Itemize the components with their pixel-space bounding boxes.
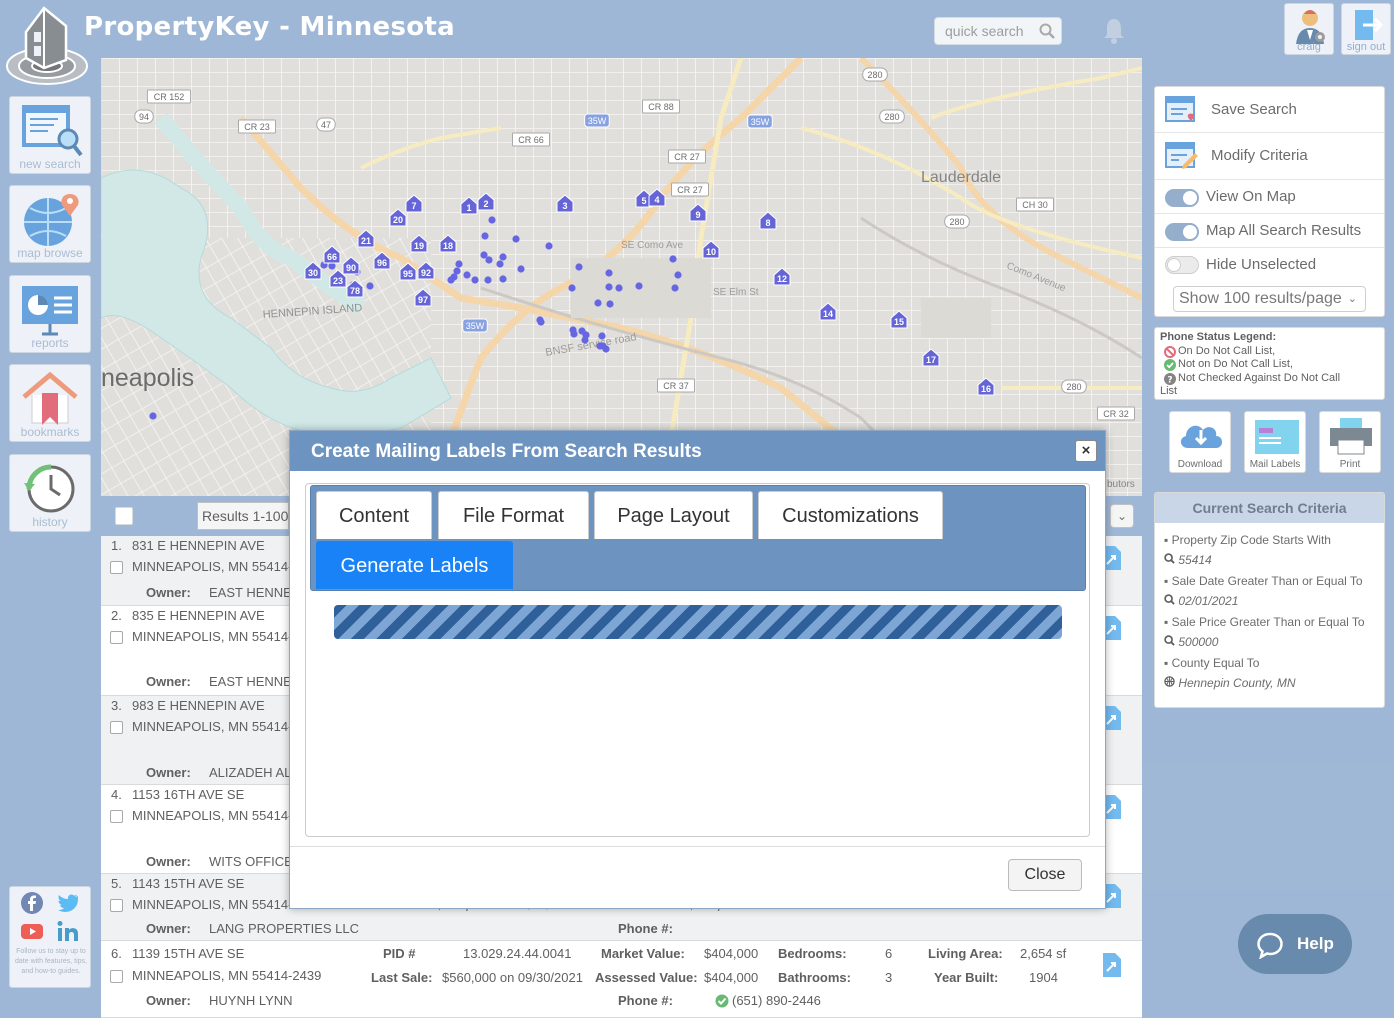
tab-file-format[interactable]: File Format (438, 491, 589, 539)
tab-page-layout[interactable]: Page Layout (594, 491, 753, 539)
dialog-footer-divider (290, 846, 1105, 847)
tab-customizations[interactable]: Customizations (758, 491, 943, 539)
tab-content[interactable]: Content (316, 491, 432, 539)
close-button[interactable]: Close (1008, 859, 1082, 891)
close-icon[interactable]: × (1075, 440, 1097, 462)
dialog-header: Create Mailing Labels From Search Result… (290, 431, 1105, 471)
dialog-body: Content File Format Page Layout Customiz… (305, 483, 1090, 837)
dialog-title: Create Mailing Labels From Search Result… (311, 441, 702, 462)
label-wizard-tabs: Content File Format Page Layout Customiz… (310, 485, 1086, 591)
tab-generate-labels[interactable]: Generate Labels (316, 541, 513, 589)
mailing-labels-dialog: Create Mailing Labels From Search Result… (289, 430, 1106, 909)
label-generation-progress-bar (334, 605, 1062, 639)
